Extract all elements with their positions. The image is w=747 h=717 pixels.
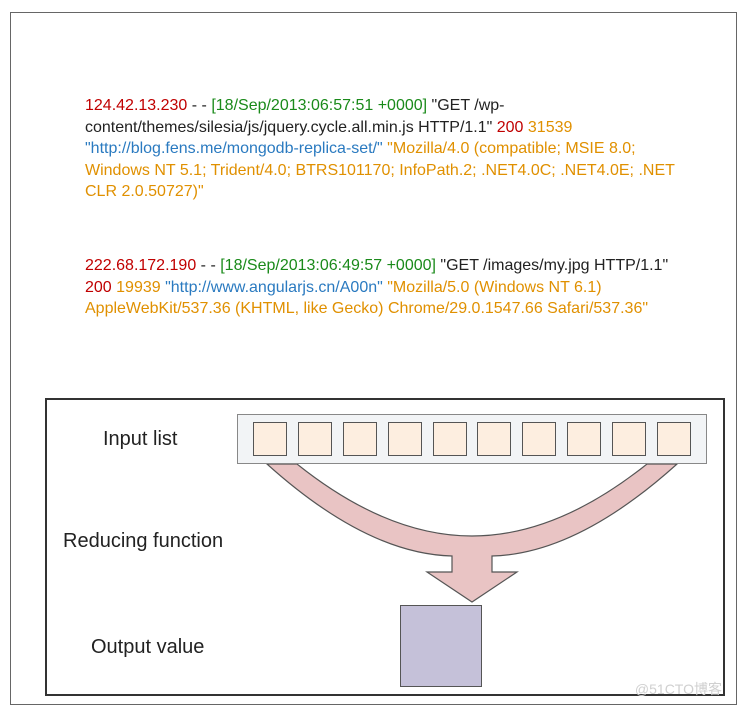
log-area: 124.42.13.230 - - [18/Sep/2013:06:57:51 …: [85, 95, 675, 372]
input-item: [433, 422, 467, 456]
log-entry: 222.68.172.190 - - [18/Sep/2013:06:49:57…: [85, 255, 675, 320]
input-item: [298, 422, 332, 456]
log-status: 200: [497, 119, 524, 136]
output-value-box: [400, 605, 482, 687]
log-timestamp: [18/Sep/2013:06:49:57 +0000]: [220, 257, 436, 274]
input-item: [522, 422, 556, 456]
log-entry: 124.42.13.230 - - [18/Sep/2013:06:57:51 …: [85, 95, 675, 203]
reducing-function-label: Reducing function: [63, 530, 223, 553]
log-request: "GET /images/my.jpg HTTP/1.1": [436, 257, 668, 274]
screenshot-frame: 124.42.13.230 - - [18/Sep/2013:06:57:51 …: [10, 12, 737, 705]
log-dash: - -: [187, 97, 211, 114]
input-item: [388, 422, 422, 456]
input-item: [657, 422, 691, 456]
input-item: [612, 422, 646, 456]
log-referer: "http://www.angularjs.cn/A00n": [165, 279, 383, 296]
input-list-strip: [237, 414, 707, 464]
reduce-diagram: Input list Reducing function Output valu…: [45, 398, 725, 696]
log-ip: 124.42.13.230: [85, 97, 187, 114]
log-status: 200: [85, 279, 112, 296]
input-item: [477, 422, 511, 456]
input-item: [567, 422, 601, 456]
input-item: [253, 422, 287, 456]
log-timestamp: [18/Sep/2013:06:57:51 +0000]: [211, 97, 427, 114]
output-value-label: Output value: [91, 636, 204, 659]
watermark: @51CTO博客: [635, 679, 722, 699]
input-list-label: Input list: [103, 428, 177, 451]
log-referer: "http://blog.fens.me/mongodb-replica-set…: [85, 140, 383, 157]
log-bytes: 31539: [523, 119, 572, 136]
log-ip: 222.68.172.190: [85, 257, 196, 274]
funnel-arrow-icon: [237, 464, 707, 604]
log-dash: - -: [196, 257, 220, 274]
log-bytes: 19939: [112, 279, 165, 296]
input-item: [343, 422, 377, 456]
